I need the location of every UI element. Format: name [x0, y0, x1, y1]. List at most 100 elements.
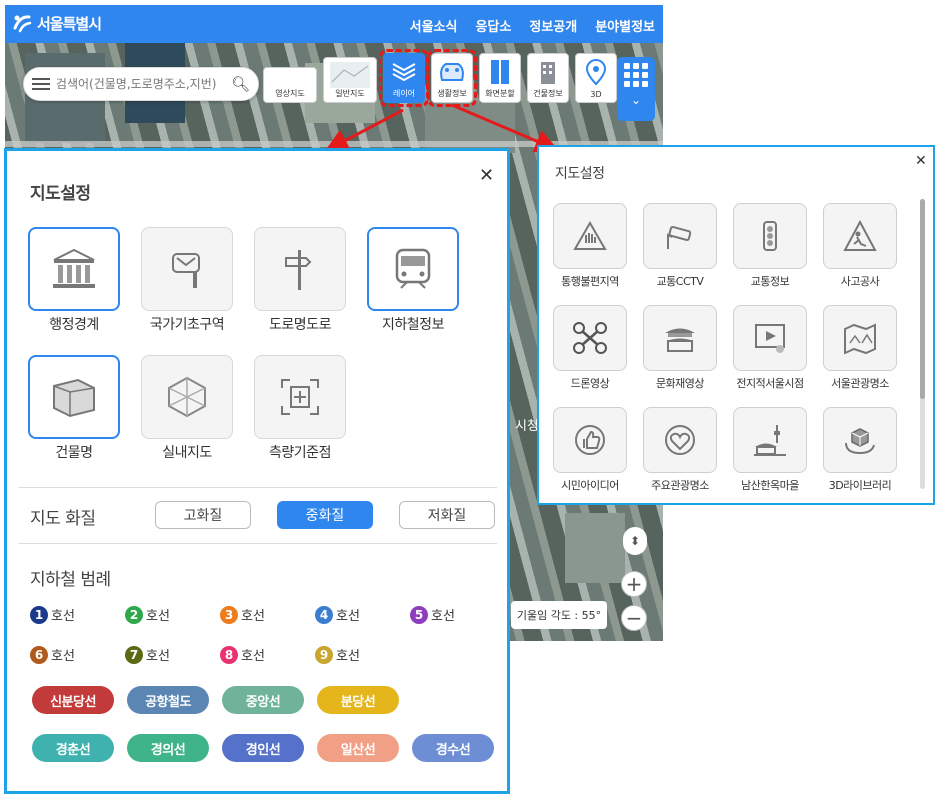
mailbox-icon [172, 253, 200, 288]
satellite-map-button[interactable]: 영상지도 [263, 67, 317, 103]
line-label: 호선 [51, 609, 75, 624]
life-info-tile[interactable] [733, 407, 807, 473]
traffic-light-icon [763, 221, 777, 251]
nav-item-fields[interactable]: 분야별정보 [595, 16, 655, 35]
map-toolbar: 영상지도 일반지도 레이어 생활정보 화면분할 건물정보 3D [263, 49, 617, 107]
general-map-button[interactable]: 일반지도 [323, 57, 377, 103]
life-info-tile[interactable] [823, 407, 897, 473]
quality-medium-button[interactable]: 중화질 [277, 501, 373, 529]
compass-icon[interactable]: ⬍ [623, 527, 647, 555]
life-info-label: 주요관광명소 [651, 479, 709, 492]
life-info-label: 교통CCTV [656, 275, 704, 288]
life-info-tile[interactable] [643, 203, 717, 269]
subway-line-3: 3 호선 [220, 605, 265, 624]
line-label: 호선 [146, 649, 170, 664]
layer-label: 건물명 [55, 445, 93, 461]
divider [19, 543, 497, 544]
layer-label: 측량기준점 [269, 445, 331, 461]
life-info-label: 교통정보 [750, 275, 790, 288]
life-info-label: 드론영상 [570, 377, 610, 390]
subway-line-2: 2 호선 [125, 605, 170, 624]
subway-line-pill: 분당선 [317, 686, 399, 714]
subway-line-pill: 경의선 [127, 734, 209, 762]
life-info-tile[interactable] [553, 203, 627, 269]
subway-line-pill: 중앙선 [222, 686, 304, 714]
subway-line-pill: 경춘선 [32, 734, 114, 762]
layer-tile-basic-zone[interactable] [141, 227, 233, 311]
divider [19, 487, 497, 488]
3d-button[interactable]: 3D [575, 53, 617, 103]
line-number-badge: 1 [30, 605, 48, 624]
life-info-button[interactable]: 생활정보 [427, 49, 477, 107]
close-icon[interactable]: ✕ [479, 165, 494, 186]
subway-line-pill: 일산선 [317, 734, 399, 762]
palace-icon [665, 328, 695, 352]
menu-icon[interactable] [32, 78, 50, 90]
seoul-logo[interactable]: 서울특별시 [11, 12, 102, 34]
line-label: 호선 [336, 609, 360, 624]
chevron-down-icon: ⌄ [630, 93, 642, 107]
subway-line-9: 9 호선 [315, 645, 360, 664]
map-panorama-icon [844, 323, 876, 355]
subway-icon [395, 248, 431, 289]
layer-tile-road-name[interactable] [254, 227, 346, 311]
life-info-tile[interactable] [643, 407, 717, 473]
line-label: 호선 [51, 649, 75, 664]
nav-item-response[interactable]: 응답소 [475, 16, 511, 35]
layer-label: 행정경계 [49, 317, 99, 333]
line-number-badge: 9 [315, 645, 333, 664]
layer-label: 국가기초구역 [149, 317, 225, 333]
nav-item-news[interactable]: 서울소식 [410, 16, 458, 35]
subway-line-1: 1 호선 [30, 605, 75, 624]
close-icon[interactable]: ✕ [915, 153, 927, 169]
subway-line-pill: 경수선 [412, 734, 494, 762]
map-pin-3d-icon [585, 58, 607, 86]
subway-line-6: 6 호선 [30, 645, 75, 664]
split-screen-icon [491, 60, 509, 84]
life-info-label: 사고공사 [840, 275, 880, 288]
nav-item-disclosure[interactable]: 정보공개 [529, 16, 577, 35]
line-label: 호선 [241, 649, 265, 664]
subway-line-8: 8 호선 [220, 645, 265, 664]
layer-tile-subway[interactable] [367, 227, 459, 311]
life-info-tile[interactable] [643, 305, 717, 371]
layer-tile-admin-boundary[interactable] [28, 227, 120, 311]
layer-tile-building-name[interactable] [28, 355, 120, 439]
life-info-tile[interactable] [823, 203, 897, 269]
subway-line-4: 4 호선 [315, 605, 360, 624]
search-icon[interactable]: 🔍︎ [231, 75, 250, 93]
line-number-badge: 7 [125, 645, 143, 664]
quality-title: 지도 화질 [30, 509, 96, 529]
panel-title: 지도설정 [555, 166, 605, 182]
rotate-cube-icon [845, 428, 875, 455]
cctv-icon [667, 225, 692, 249]
survey-point-icon [281, 379, 319, 415]
life-info-tile[interactable] [823, 305, 897, 371]
life-info-tile[interactable] [733, 203, 807, 269]
life-info-tile[interactable] [733, 305, 807, 371]
search-bar: 🔍︎ [23, 67, 259, 101]
search-input[interactable] [55, 77, 225, 91]
split-screen-button[interactable]: 화면분할 [479, 53, 521, 103]
line-label: 호선 [431, 609, 455, 624]
building-info-button[interactable]: 건물정보 [527, 53, 569, 103]
life-info-tile[interactable] [553, 305, 627, 371]
layer-label: 실내지도 [162, 445, 212, 461]
layer-tile-indoor-map[interactable] [141, 355, 233, 439]
zoom-in-button[interactable]: + [621, 571, 647, 597]
layers-icon [392, 63, 416, 82]
scrollbar[interactable] [920, 199, 925, 489]
life-info-tile[interactable] [553, 407, 627, 473]
life-info-label: 남산한옥마을 [741, 479, 799, 492]
layer-button[interactable]: 레이어 [379, 49, 429, 107]
subway-line-pill: 공항철도 [127, 686, 209, 714]
top-bar: 서울특별시 서울소식 응답소 정보공개 분야별정보 [5, 5, 663, 43]
quality-low-button[interactable]: 저화질 [399, 501, 495, 529]
zoom-out-button[interactable]: − [621, 605, 647, 631]
grid-icon [624, 63, 648, 87]
layer-tile-survey-point[interactable] [254, 355, 346, 439]
building-icon [541, 62, 555, 84]
line-number-badge: 8 [220, 645, 238, 664]
more-menu-button[interactable]: ⌄ [617, 57, 655, 121]
quality-high-button[interactable]: 고화질 [155, 501, 251, 529]
